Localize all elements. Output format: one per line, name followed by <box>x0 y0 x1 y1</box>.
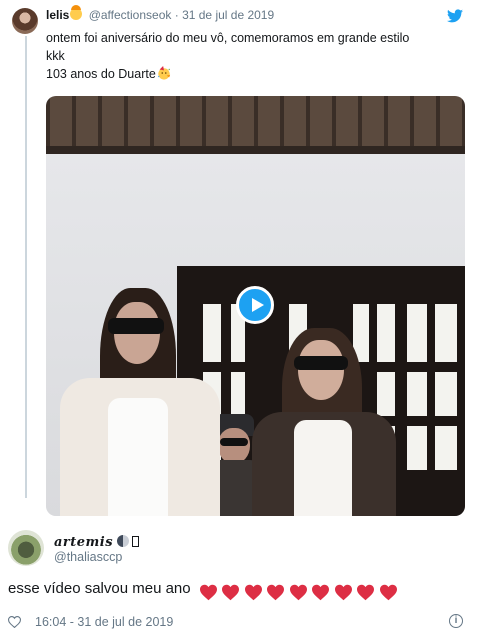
video-scene-ceiling-trim <box>46 146 465 154</box>
video-scene-ceiling <box>46 96 465 152</box>
reply-text-content: esse vídeo salvou meu ano <box>8 580 191 597</box>
twitter-bird-icon[interactable] <box>447 9 463 23</box>
red-heart-emoji-icon <box>267 584 285 600</box>
tweet-date[interactable]: 31 de jul de 2019 <box>182 8 274 22</box>
left-girl-sunglasses <box>108 318 164 334</box>
tweet-video[interactable] <box>46 96 465 516</box>
tweet-text-line3: 103 anos do Duarte <box>46 65 466 83</box>
author-handle[interactable]: @affectionseok <box>89 8 172 22</box>
reply-date[interactable]: 31 de jul de 2019 <box>77 615 173 629</box>
window-pane <box>407 304 427 362</box>
video-play-button[interactable] <box>236 286 274 324</box>
missing-glyph-icon <box>132 536 140 547</box>
right-girl-shirt <box>294 420 352 516</box>
party-face-emoji-icon <box>157 66 170 80</box>
reply-text: esse vídeo salvou meu ano <box>8 578 401 603</box>
author-name[interactable]: lelis <box>46 8 69 22</box>
info-icon[interactable]: i <box>449 614 463 628</box>
window-pane <box>435 426 457 470</box>
tweet-text-line2: kkk <box>46 49 65 63</box>
moon-emoji-icon <box>117 535 130 547</box>
window-pane <box>435 304 457 362</box>
left-girl-shirt <box>108 398 168 516</box>
red-heart-emoji-icon <box>244 584 262 600</box>
reply-author-avatar[interactable] <box>8 530 44 566</box>
right-girl-face <box>298 340 344 400</box>
tweet-header: lelis @affectionseok · 31 de jul de 2019 <box>46 5 274 23</box>
video-person-right <box>242 328 402 516</box>
window-pane <box>435 372 457 416</box>
tweet-text-line3-text: 103 anos do Duarte <box>46 67 156 81</box>
reply-time[interactable]: 16:04 <box>35 615 66 629</box>
reply-author-name[interactable]: artemis <box>54 535 113 550</box>
window-pane <box>407 372 427 416</box>
tweet-text: ontem foi aniversário do meu vô, comemor… <box>46 29 466 83</box>
footer-separator: - <box>66 615 78 629</box>
header-separator: · <box>174 8 179 22</box>
crown-face-emoji-icon <box>70 5 83 20</box>
red-heart-emoji-icon <box>289 584 307 600</box>
author-avatar[interactable] <box>12 8 38 34</box>
red-heart-emoji-icon <box>312 584 330 600</box>
red-heart-emoji-icon <box>357 584 375 600</box>
red-heart-emoji-icon <box>222 584 240 600</box>
quoted-tweet: lelis @affectionseok · 31 de jul de 2019… <box>0 0 487 520</box>
reply-author-handle[interactable]: @thaliasccp <box>54 550 122 564</box>
red-heart-emoji-icon <box>334 584 352 600</box>
right-girl-sunglasses <box>294 356 348 370</box>
reply-header: artemis <box>54 534 140 551</box>
red-heart-emoji-icon <box>379 584 397 600</box>
tweet-text-line1: ontem foi aniversário do meu vô, comemor… <box>46 31 410 45</box>
red-heart-emoji-icon <box>199 584 217 600</box>
red-hearts-emoji-row <box>199 581 402 603</box>
window-pane <box>407 426 427 470</box>
video-person-left <box>60 288 220 516</box>
reply-footer: 16:04 - 31 de jul de 2019 <box>8 614 173 630</box>
like-heart-icon[interactable] <box>8 616 21 628</box>
